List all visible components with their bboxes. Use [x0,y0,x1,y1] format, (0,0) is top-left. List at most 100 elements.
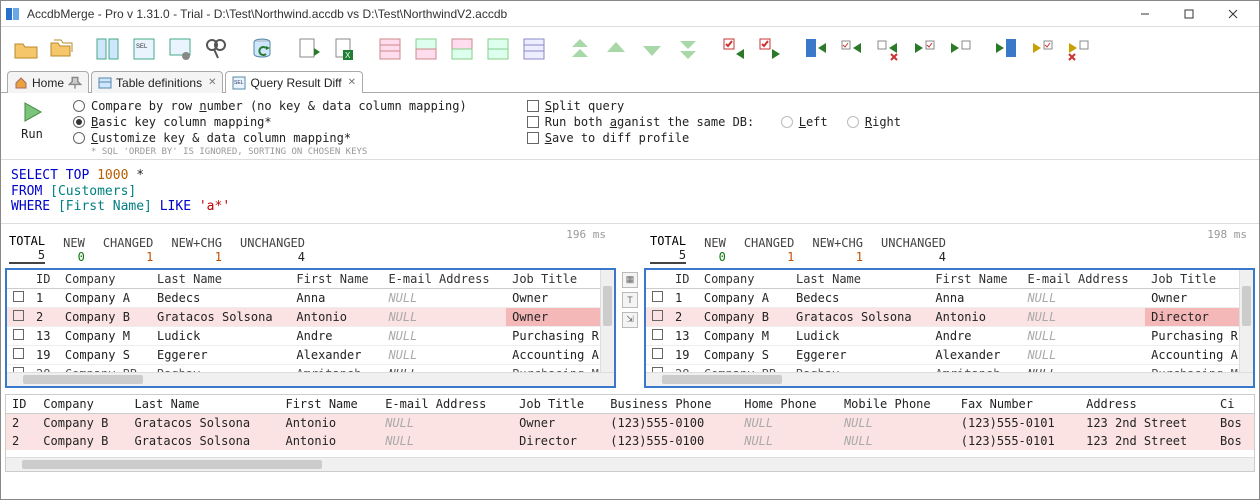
grid-view-5-button[interactable] [517,33,551,65]
stat-newchg[interactable]: NEW+CHG1 [171,236,222,264]
grid-left: IDCompanyLast NameFirst NameE-mail Addre… [5,268,616,388]
open-files-button[interactable] [45,33,79,65]
merge-right-all-button[interactable] [989,33,1023,65]
scrollbar-vertical[interactable] [1239,270,1253,372]
table-row[interactable]: 2Company BGratacos SolsonaAntonioNULLOwn… [6,413,1254,432]
expand-button[interactable]: ⇲ [622,312,638,328]
close-icon[interactable]: ✕ [208,77,216,88]
query-icon: SEL [232,76,246,90]
close-button[interactable] [1211,2,1255,26]
nav-next-diff-button[interactable] [635,33,669,65]
stat-total[interactable]: TOTAL5 [9,234,45,264]
check-apply-1-button[interactable] [717,33,751,65]
diff-grid-table[interactable]: IDCompanyLast NameFirst NameE-mail Addre… [6,395,1254,450]
table-row[interactable]: 1Company ABedecsAnnaNULLOwner [7,288,614,307]
check-run-both: Run both aganist the same DB: Left Right [527,115,901,129]
table-row[interactable]: 19Company SEggererAlexanderNULLAccountin… [7,345,614,364]
table-row[interactable]: 2Company BGratacos SolsonaAntonioNULLOwn… [7,307,614,326]
radio-right-db[interactable]: Right [847,115,901,129]
svg-text:SEL: SEL [136,44,148,50]
tab-query-result-diff-label: Query Result Diff [250,76,341,90]
tab-home[interactable]: Home [7,71,89,93]
run-label: Run [21,127,43,141]
merge-right-button[interactable] [943,33,977,65]
grid-view-2-button[interactable] [409,33,443,65]
tab-query-result-diff[interactable]: SEL Query Result Diff ✕ [225,71,363,93]
table-row[interactable]: 2Company BGratacos SolsonaAntonioNULLDir… [6,432,1254,450]
stats-right: TOTAL5 NEW0 CHANGED1 NEW+CHG1 UNCHANGED4… [642,224,1259,264]
table-row[interactable]: 2Company BGratacos SolsonaAntonioNULLDir… [646,307,1253,326]
nav-prev-diff-button[interactable] [599,33,633,65]
check-save-profile[interactable]: Save to diff profile [527,131,901,145]
titlebar: AccdbMerge - Pro v 1.31.0 - Trial - D:\T… [1,1,1259,27]
stat-unchanged[interactable]: UNCHANGED4 [881,236,946,264]
nav-last-diff-button[interactable] [671,33,705,65]
export-excel-button[interactable]: X [327,33,361,65]
run-button[interactable] [19,99,45,125]
text-mode-button[interactable]: T [622,292,638,308]
export-doc-button[interactable] [291,33,325,65]
sync-scroll-button[interactable]: ▦ [622,272,638,288]
radio-row-number[interactable]: Compare by row number (no key & data col… [73,99,467,113]
stat-new[interactable]: NEW0 [704,236,726,264]
scrollbar-horizontal[interactable] [646,372,1253,386]
grid-right: IDCompanyLast NameFirst NameE-mail Addre… [644,268,1255,388]
maximize-button[interactable] [1167,2,1211,26]
elapsed-right: 198 ms [1207,228,1247,241]
grid-view-4-button[interactable] [481,33,515,65]
grid-right-table[interactable]: IDCompanyLast NameFirst NameE-mail Addre… [646,270,1253,384]
mapping-options: Compare by row number (no key & data col… [73,99,467,157]
merge-left-all-button[interactable] [799,33,833,65]
select-query-button[interactable]: SEL [127,33,161,65]
nav-first-diff-button[interactable] [563,33,597,65]
stat-unchanged[interactable]: UNCHANGED4 [240,236,305,264]
merge-right-delete-button[interactable] [1061,33,1095,65]
sql-editor[interactable]: SELECT TOP 1000 * FROM [Customers] WHERE… [1,160,1259,224]
merge-left-delete-button[interactable] [871,33,905,65]
stat-newchg[interactable]: NEW+CHG1 [812,236,863,264]
svg-text:SEL: SEL [234,80,244,86]
toolbar: SEL X [1,27,1259,69]
grid-left-table[interactable]: IDCompanyLast NameFirst NameE-mail Addre… [7,270,614,384]
compare-columns-button[interactable] [91,33,125,65]
radio-left-db[interactable]: Left [781,115,828,129]
table-row[interactable]: 13Company MLudickAndreNULLPurchasing R [646,326,1253,345]
stat-changed[interactable]: CHANGED1 [103,236,154,264]
tab-table-definitions-label: Table definitions [116,76,202,90]
database-refresh-button[interactable] [245,33,279,65]
window-buttons [1123,2,1255,26]
check-split-query[interactable]: Split query [527,99,901,113]
radio-customize[interactable]: Customize key & data column mapping* [73,131,467,145]
stat-total[interactable]: TOTAL5 [650,234,686,264]
merge-right-check-2-button[interactable] [1025,33,1059,65]
window-title: AccdbMerge - Pro v 1.31.0 - Trial - D:\T… [27,7,1123,21]
close-icon[interactable]: ✕ [348,77,356,88]
check-apply-2-button[interactable] [753,33,787,65]
find-button[interactable] [199,33,233,65]
svg-text:X: X [345,51,351,60]
grids-row: IDCompanyLast NameFirst NameE-mail Addre… [1,264,1259,392]
table-row[interactable]: 13Company MLudickAndreNULLPurchasing R [7,326,614,345]
scrollbar-horizontal[interactable] [6,457,1254,471]
table-settings-button[interactable] [163,33,197,65]
grid-view-3-button[interactable] [445,33,479,65]
stats-row: TOTAL5 NEW0 CHANGED1 NEW+CHG1 UNCHANGED4… [1,224,1259,264]
table-row[interactable]: 1Company ABedecsAnnaNULLOwner [646,288,1253,307]
document-tabs: Home Table definitions ✕ SEL Query Resul… [1,69,1259,93]
radio-basic-key[interactable]: Basic key column mapping* [73,115,467,129]
tab-table-definitions[interactable]: Table definitions ✕ [91,71,223,93]
grid-view-1-button[interactable] [373,33,407,65]
minimize-button[interactable] [1123,2,1167,26]
stats-left: TOTAL5 NEW0 CHANGED1 NEW+CHG1 UNCHANGED4… [1,224,618,264]
table-row[interactable]: 19Company SEggererAlexanderNULLAccountin… [646,345,1253,364]
merge-left-check-button[interactable] [835,33,869,65]
merge-right-check-button[interactable] [907,33,941,65]
stat-changed[interactable]: CHANGED1 [744,236,795,264]
pin-icon [68,76,82,90]
scrollbar-horizontal[interactable] [7,372,614,386]
stat-new[interactable]: NEW0 [63,236,85,264]
check-run-both-box[interactable] [527,116,539,128]
open-file-button[interactable] [9,33,43,65]
run-section: Run [11,99,53,157]
scrollbar-vertical[interactable] [600,270,614,372]
